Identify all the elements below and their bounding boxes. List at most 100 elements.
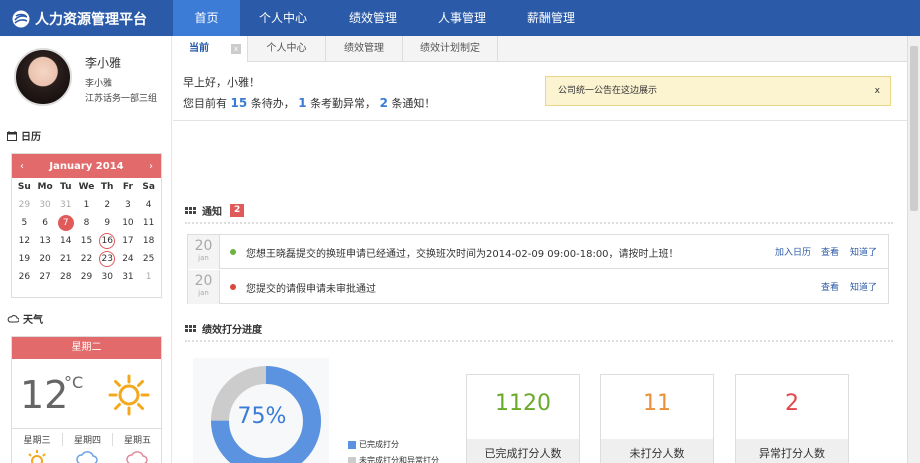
view-link[interactable]: 查看 bbox=[821, 245, 839, 258]
calendar-day[interactable]: 8 bbox=[76, 214, 97, 232]
cloud-icon bbox=[7, 315, 19, 323]
forecast-day-2: 星期四 bbox=[62, 433, 112, 446]
calendar-day[interactable]: 30 bbox=[97, 268, 118, 286]
sun-icon bbox=[108, 374, 150, 416]
forecast-day-1: 星期三 bbox=[23, 436, 51, 446]
weekday-header: Su bbox=[17, 182, 31, 192]
weekday-header: Mo bbox=[37, 182, 53, 192]
nav-home[interactable]: 首页 bbox=[173, 0, 240, 36]
cloud-rain-icon bbox=[126, 451, 148, 463]
status-dot bbox=[230, 249, 236, 255]
calendar-day[interactable]: 31 bbox=[55, 196, 76, 214]
calendar-day[interactable]: 24 bbox=[118, 250, 139, 268]
quick-tile-award[interactable] bbox=[466, 132, 552, 185]
calendar-day[interactable]: 13 bbox=[35, 232, 56, 250]
stat-not-scored[interactable]: 11 未打分人数 bbox=[600, 374, 714, 463]
calendar-day[interactable]: 7 bbox=[57, 215, 74, 231]
calendar-day[interactable]: 17 bbox=[118, 232, 139, 250]
calendar-day[interactable]: 27 bbox=[35, 268, 56, 286]
stat-abnormal[interactable]: 2 异常打分人数 bbox=[735, 374, 849, 463]
notification-text: 您想王晓磊提交的换班申请已经通过，交换班次时间为2014-02-09 09:00… bbox=[246, 249, 679, 260]
stat-value: 2 bbox=[785, 391, 799, 416]
calendar-day[interactable]: 26 bbox=[14, 268, 35, 286]
stat-completed[interactable]: 1120 已完成打分人数 bbox=[466, 374, 580, 463]
weather-section-title: 天气 bbox=[7, 311, 43, 326]
calendar-day[interactable]: 22 bbox=[76, 250, 97, 268]
main-content: 当前 x 个人中心 绩效管理 绩效计划制定 早上好，小雅！ 您目前有 15 条待… bbox=[173, 36, 907, 463]
calendar-prev-button[interactable]: ‹ bbox=[20, 161, 24, 172]
calendar-day[interactable]: 28 bbox=[55, 268, 76, 286]
quick-tile-edit[interactable] bbox=[372, 132, 458, 185]
calendar-day[interactable]: 3 bbox=[118, 196, 139, 214]
calendar-day[interactable]: 29 bbox=[76, 268, 97, 286]
calendar-month: January 2014 bbox=[49, 160, 124, 172]
calendar-day[interactable]: 6 bbox=[35, 214, 56, 232]
calendar-day[interactable]: 25 bbox=[138, 250, 159, 268]
calendar-day[interactable]: 30 bbox=[35, 196, 56, 214]
scrollbar-thumb[interactable] bbox=[910, 46, 918, 211]
cloud-small-icon bbox=[76, 451, 98, 463]
calendar-day[interactable]: 19 bbox=[14, 250, 35, 268]
weather-temperature: 12 bbox=[20, 373, 69, 417]
calendar-header: ‹ January 2014 › bbox=[12, 154, 161, 178]
calendar-day[interactable]: 15 bbox=[76, 232, 97, 250]
nav-hr[interactable]: 人事管理 bbox=[422, 0, 502, 36]
calendar-day[interactable]: 31 bbox=[118, 268, 139, 286]
quick-tile-settings[interactable] bbox=[278, 132, 364, 185]
user-department: 江苏话务一部三组 bbox=[85, 94, 158, 104]
greeting: 早上好，小雅！ 您目前有 15 条待办， 1 条考勤异常， 2 条通知！ bbox=[183, 73, 435, 114]
abnormal-count[interactable]: 1 bbox=[298, 96, 306, 110]
add-to-calendar-link[interactable]: 加入日历 bbox=[775, 245, 811, 258]
nav-performance[interactable]: 绩效管理 bbox=[333, 0, 413, 36]
tab-close-icon[interactable]: x bbox=[231, 44, 241, 54]
summary-line: 您目前有 15 条待办， 1 条考勤异常， 2 条通知！ bbox=[183, 96, 436, 110]
calendar-day[interactable]: 1 bbox=[76, 196, 97, 214]
calendar-day[interactable]: 18 bbox=[138, 232, 159, 250]
quick-tile-clipboard[interactable] bbox=[184, 132, 270, 185]
pending-count[interactable]: 15 bbox=[231, 96, 248, 110]
greeting-line: 早上好，小雅！ bbox=[183, 76, 260, 89]
tab-personal-center[interactable]: 个人中心 bbox=[248, 36, 326, 62]
clipboard-icon bbox=[217, 147, 234, 170]
grid-icon bbox=[185, 325, 196, 332]
top-navbar: 人力资源管理平台 首页 个人中心 绩效管理 人事管理 薪酬管理 bbox=[0, 0, 920, 36]
calendar-day[interactable]: 5 bbox=[14, 214, 35, 232]
announcement-text: 公司统一公告在这边展示 bbox=[558, 86, 658, 96]
nav-personal-center[interactable]: 个人中心 bbox=[243, 0, 323, 36]
notification-date: 20 jan bbox=[188, 270, 220, 304]
notifications-count-badge: 2 bbox=[230, 204, 245, 217]
calendar-day[interactable]: 4 bbox=[138, 196, 159, 214]
notification-item: 20 jan 您想王晓磊提交的换班申请已经通过，交换班次时间为2014-02-09… bbox=[188, 235, 888, 269]
calendar-day[interactable]: 21 bbox=[55, 250, 76, 268]
vertical-scrollbar[interactable] bbox=[907, 36, 920, 463]
calendar-section-title: 日历 bbox=[7, 128, 41, 143]
stat-label: 未打分人数 bbox=[601, 439, 713, 463]
logo-icon bbox=[12, 10, 30, 27]
sun-small-icon bbox=[28, 450, 46, 463]
avatar[interactable] bbox=[14, 48, 72, 106]
dismiss-link[interactable]: 知道了 bbox=[850, 245, 877, 258]
view-link[interactable]: 查看 bbox=[821, 280, 839, 293]
calendar-day[interactable]: 20 bbox=[35, 250, 56, 268]
calendar-next-button[interactable]: › bbox=[149, 161, 153, 172]
calendar-day[interactable]: 11 bbox=[138, 214, 159, 232]
calendar-day[interactable]: 23 bbox=[99, 251, 116, 267]
weekday-header: We bbox=[78, 182, 95, 192]
notice-count[interactable]: 2 bbox=[380, 96, 388, 110]
announcement-close-button[interactable]: x bbox=[875, 77, 880, 105]
calendar-day[interactable]: 29 bbox=[14, 196, 35, 214]
nav-salary[interactable]: 薪酬管理 bbox=[511, 0, 591, 36]
calendar-day[interactable]: 2 bbox=[97, 196, 118, 214]
app-logo[interactable]: 人力资源管理平台 bbox=[12, 9, 147, 28]
calendar-day[interactable]: 14 bbox=[55, 232, 76, 250]
tab-performance-plan[interactable]: 绩效计划制定 bbox=[403, 36, 498, 62]
notifications-list: 20 jan 您想王晓磊提交的换班申请已经通过，交换班次时间为2014-02-09… bbox=[187, 234, 889, 304]
calendar-day[interactable]: 9 bbox=[97, 214, 118, 232]
dismiss-link[interactable]: 知道了 bbox=[850, 280, 877, 293]
calendar-day[interactable]: 1 bbox=[138, 268, 159, 286]
notification-item: 20 jan 您提交的请假申请未审批通过 查看 知道了 bbox=[188, 270, 888, 304]
calendar-day[interactable]: 16 bbox=[99, 233, 116, 249]
tab-performance[interactable]: 绩效管理 bbox=[326, 36, 403, 62]
calendar-day[interactable]: 10 bbox=[118, 214, 139, 232]
calendar-day[interactable]: 12 bbox=[14, 232, 35, 250]
